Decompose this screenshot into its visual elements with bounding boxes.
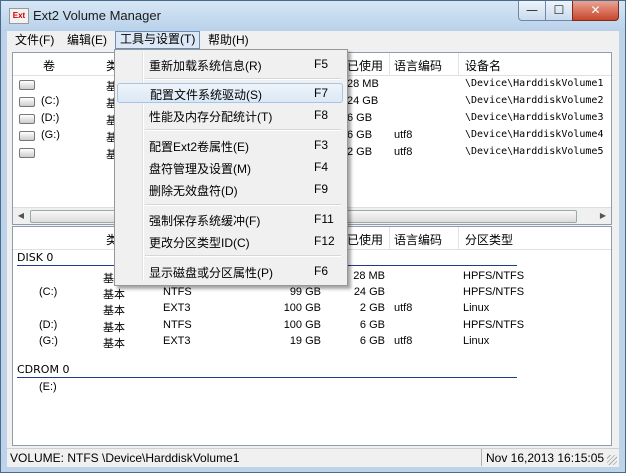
menu-separator [145, 129, 341, 131]
menu-item-drive-letters[interactable]: 盘符管理及设置(M) F4 [117, 157, 343, 177]
col-used[interactable]: 已使用 [347, 57, 383, 74]
menu-file[interactable]: 文件(F) [11, 32, 58, 48]
scroll-right-icon[interactable]: ▶ [595, 208, 611, 224]
table-row[interactable]: (E:) [13, 379, 611, 396]
disk-group-title: DISK 0 [17, 251, 54, 264]
status-datetime: Nov 16,2013 16:15:05 [486, 451, 605, 465]
col-device[interactable]: 设备名 [465, 57, 501, 74]
status-volume: VOLUME: NTFS \Device\HarddiskVolume1 [10, 451, 240, 465]
title-bar[interactable]: Ext Ext2 Volume Manager — ☐ ✕ [1, 1, 625, 31]
menu-separator [145, 255, 341, 257]
menu-help[interactable]: 帮助(H) [204, 32, 253, 48]
menu-item-perf-stats[interactable]: 性能及内存分配统计(T) F8 [117, 105, 343, 125]
window-title: Ext2 Volume Manager [33, 8, 161, 23]
table-row[interactable]: (C:) 基本 NTFS 99 GB 24 GB HPFS/NTFS [13, 284, 611, 301]
app-window: Ext Ext2 Volume Manager — ☐ ✕ 文件(F) 编辑(E… [0, 0, 626, 473]
cdrom-group-title: CDROM 0 [17, 363, 70, 376]
drive-icon [19, 114, 35, 124]
drive-icon [19, 148, 35, 158]
col-volume[interactable]: 卷 [43, 57, 55, 74]
drive-icon [19, 97, 35, 107]
drive-icon [19, 131, 35, 141]
menu-item-flush-cache[interactable]: 强制保存系统缓冲(F) F11 [117, 209, 343, 229]
table-row[interactable]: (G:) 基本 EXT3 19 GB 6 GB utf8 Linux [13, 333, 611, 350]
scroll-left-icon[interactable]: ◀ [13, 208, 29, 224]
app-icon: Ext [9, 8, 29, 24]
menu-tools[interactable]: 工具与设置(T) [115, 31, 201, 49]
col-used[interactable]: 已使用 [347, 231, 383, 248]
menu-edit[interactable]: 编辑(E) [63, 32, 111, 48]
table-row[interactable]: 基本 EXT3 100 GB 2 GB utf8 Linux [13, 300, 611, 317]
menu-item-change-partition-id[interactable]: 更改分区类型ID(C) F12 [117, 231, 343, 251]
close-button[interactable]: ✕ [572, 1, 619, 21]
col-encoding[interactable]: 语言编码 [394, 231, 442, 248]
maximize-button[interactable]: ☐ [545, 1, 573, 21]
col-encoding[interactable]: 语言编码 [394, 57, 442, 74]
drive-icon [19, 80, 35, 90]
menu-item-disk-props[interactable]: 显示磁盘或分区属性(P) F6 [117, 261, 343, 281]
menu-item-fs-driver[interactable]: 配置文件系统驱动(S) F7 [117, 83, 343, 103]
resize-grip-icon[interactable] [607, 455, 617, 465]
menu-item-delete-invalid[interactable]: 删除无效盘符(D) F9 [117, 179, 343, 199]
menu-separator [145, 204, 341, 206]
menu-item-ext2-props[interactable]: 配置Ext2卷属性(E) F3 [117, 135, 343, 155]
menu-bar: 文件(F) 编辑(E) 工具与设置(T) 帮助(H) [7, 31, 619, 49]
group-divider [17, 377, 517, 378]
tools-menu-dropdown: 重新加载系统信息(R) F5 配置文件系统驱动(S) F7 性能及内存分配统计(… [114, 49, 348, 286]
minimize-button[interactable]: — [518, 1, 546, 21]
table-row[interactable]: (D:) 基本 NTFS 100 GB 6 GB HPFS/NTFS [13, 317, 611, 334]
status-bar: VOLUME: NTFS \Device\HarddiskVolume1 Nov… [7, 448, 619, 467]
status-datetime-pane: Nov 16,2013 16:15:05 [481, 449, 618, 466]
col-partition-type[interactable]: 分区类型 [465, 231, 513, 248]
menu-separator [145, 78, 341, 80]
menu-item-reload[interactable]: 重新加载系统信息(R) F5 [117, 54, 343, 74]
